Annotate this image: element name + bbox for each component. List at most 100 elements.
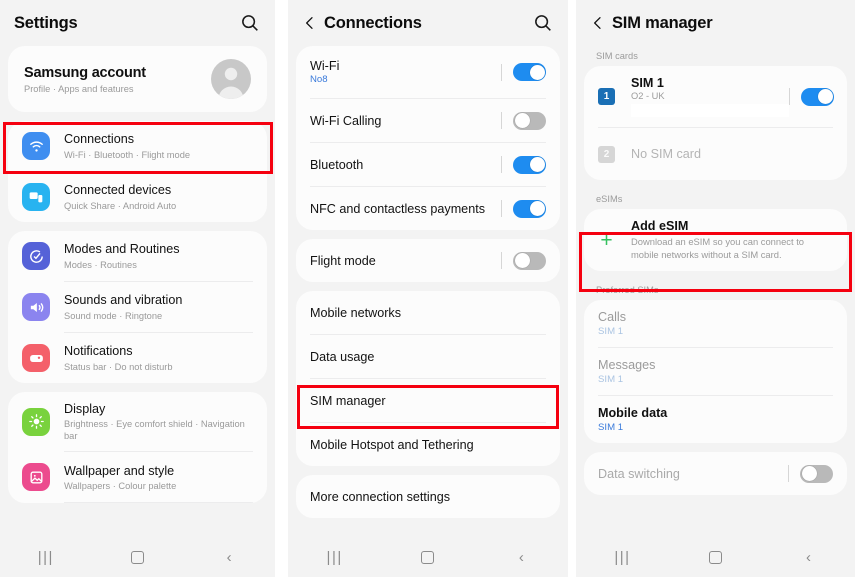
sim-2-text: No SIM card	[631, 147, 833, 161]
sidebar-item-display[interactable]: Display Brightness · Eye comfort shield …	[8, 392, 267, 451]
preferred-label: Messages	[598, 358, 656, 373]
section-label-esims: eSIMs	[596, 194, 623, 204]
screenshot-stage: Settings Samsung account Profile · Apps …	[0, 0, 855, 577]
toggle-knob	[817, 89, 833, 104]
bluetooth-label-group: Bluetooth	[310, 158, 501, 172]
samsung-account-card[interactable]: Samsung account Profile · Apps and featu…	[8, 46, 267, 112]
nfc-toggle[interactable]	[513, 199, 546, 218]
preferred-row-calls[interactable]: Calls SIM 1	[584, 300, 847, 347]
phone-panel-settings: Settings Samsung account Profile · Apps …	[0, 0, 275, 577]
back-button[interactable]: ‹	[789, 549, 829, 566]
row-label: Bluetooth	[310, 157, 364, 172]
wifi-calling-label-group: Wi-Fi Calling	[310, 114, 501, 128]
search-icon[interactable]	[532, 12, 554, 34]
network-links-card: Mobile networks Data usage SIM manager M…	[296, 291, 560, 466]
row-nfc[interactable]: NFC and contactless payments	[296, 187, 560, 230]
home-button[interactable]	[117, 550, 157, 564]
section-label-sim-cards: SIM cards	[596, 51, 638, 61]
add-esim-text: Add eSIM Download an eSIM so you can con…	[631, 219, 833, 261]
bluetooth-toggle[interactable]	[513, 155, 546, 174]
sidebar-item-subtitle: Sound mode · Ringtone	[64, 310, 163, 321]
home-button[interactable]	[696, 550, 736, 564]
row-mobile-hotspot[interactable]: Mobile Hotspot and Tethering	[296, 423, 560, 466]
home-square-icon	[130, 550, 144, 564]
row-wifi-calling[interactable]: Wi-Fi Calling	[296, 99, 560, 142]
data-usage-label-group: Data usage	[310, 350, 546, 364]
row-more-connection-settings[interactable]: More connection settings	[296, 475, 560, 518]
wallpaper-text: Wallpaper and style Wallpapers · Colour …	[64, 463, 253, 492]
sidebar-item-sounds-and-vibration[interactable]: Sounds and vibration Sound mode · Ringto…	[8, 282, 267, 332]
sidebar-item-label: Notifications	[64, 344, 133, 359]
add-esim-description: Download an eSIM so you can connect to m…	[631, 236, 805, 261]
settings-group-connections: Connections Wi-Fi · Bluetooth · Flight m…	[8, 121, 267, 222]
more-connection-settings-card: More connection settings	[296, 475, 560, 518]
home-button[interactable]	[408, 550, 448, 564]
back-button[interactable]: ‹	[501, 549, 541, 566]
preferred-row-messages[interactable]: Messages SIM 1	[584, 348, 847, 395]
connections-text: Connections Wi-Fi · Bluetooth · Flight m…	[64, 131, 253, 160]
wifi-toggle[interactable]	[513, 63, 546, 81]
data-switching-toggle[interactable]	[800, 464, 833, 483]
wifi-calling-toggle[interactable]	[513, 111, 546, 130]
sim-1-toggle[interactable]	[801, 87, 834, 106]
toggle-knob	[514, 253, 530, 268]
toggle-separator	[501, 200, 502, 217]
sidebar-item-wallpaper-and-style[interactable]: Wallpaper and style Wallpapers · Colour …	[8, 452, 267, 502]
sidebar-item-connections[interactable]: Connections Wi-Fi · Bluetooth · Flight m…	[8, 121, 267, 171]
sim-manager-scroll-area: SIM manager SIM cards 1 SIM 1 O2 - UK 2 …	[576, 0, 855, 537]
sim-card-row-1[interactable]: 1 SIM 1 O2 - UK	[584, 66, 847, 127]
recents-button[interactable]: |||	[315, 549, 355, 566]
sidebar-item-connected-devices[interactable]: Connected devices Quick Share · Android …	[8, 172, 267, 222]
sim-badge-2: 2	[598, 145, 615, 163]
row-data-switching[interactable]: Data switching	[584, 452, 847, 495]
sim-card-row-2: 2 No SIM card	[584, 128, 847, 180]
sidebar-item-subtitle: Modes · Routines	[64, 259, 137, 270]
samsung-account-subtitle: Profile · Apps and features	[24, 83, 134, 94]
sidebar-item-subtitle: Brightness · Eye comfort shield · Naviga…	[64, 419, 245, 442]
chevron-left-icon[interactable]	[302, 15, 324, 31]
add-esim-card: + Add eSIM Download an eSIM so you can c…	[584, 209, 847, 272]
android-navbar: ||| ‹	[288, 537, 568, 577]
row-wifi[interactable]: Wi-Fi No8	[296, 46, 560, 98]
row-flight-mode[interactable]: Flight mode	[296, 239, 560, 282]
recents-button[interactable]: |||	[26, 549, 66, 566]
mobile-networks-label-group: Mobile networks	[310, 306, 546, 320]
notification-icon	[22, 344, 50, 372]
add-esim-button[interactable]: + Add eSIM Download an eSIM so you can c…	[584, 209, 847, 271]
back-button[interactable]: ‹	[209, 549, 249, 566]
page-title: SIM manager	[612, 13, 713, 32]
chevron-left-icon[interactable]	[590, 15, 612, 31]
row-sim-manager[interactable]: SIM manager	[296, 379, 560, 422]
wallpaper-icon	[22, 463, 50, 492]
flight-mode-toggle[interactable]	[513, 251, 546, 270]
divider	[64, 502, 253, 504]
sim-1-text: SIM 1 O2 - UK	[631, 76, 789, 117]
wifi-network-name: No8	[310, 74, 328, 85]
samsung-account-row[interactable]: Samsung account Profile · Apps and featu…	[8, 46, 267, 112]
flight-mode-toggle-wrap	[501, 251, 546, 270]
sidebar-item-notifications[interactable]: Notifications Status bar · Do not distur…	[8, 333, 267, 383]
row-label: Wi-Fi Calling	[310, 113, 382, 128]
search-icon[interactable]	[239, 12, 261, 34]
row-data-usage[interactable]: Data usage	[296, 335, 560, 378]
preferred-value: SIM 1	[598, 374, 624, 386]
toggle-knob	[801, 466, 817, 482]
toggle-knob	[529, 64, 545, 80]
toggle-separator	[501, 156, 502, 173]
recents-button[interactable]: |||	[603, 549, 643, 566]
sim-badge-1: 1	[598, 88, 615, 105]
sidebar-item-label: Wallpaper and style	[64, 463, 175, 478]
person-avatar-icon[interactable]	[211, 59, 251, 99]
plus-icon: +	[600, 228, 613, 252]
sim-manager-appbar: SIM manager	[576, 0, 855, 46]
home-square-icon	[421, 550, 435, 564]
modes-text: Modes and Routines Modes · Routines	[64, 241, 253, 270]
sidebar-item-modes-and-routines[interactable]: Modes and Routines Modes · Routines	[8, 231, 267, 281]
toggle-knob	[529, 201, 545, 216]
row-bluetooth[interactable]: Bluetooth	[296, 143, 560, 186]
sidebar-item-subtitle: Wallpapers · Colour palette	[64, 480, 177, 491]
section-label-preferred-sims: Preferred SIMs	[596, 285, 659, 296]
flight-mode-label-group: Flight mode	[310, 254, 501, 268]
row-mobile-networks[interactable]: Mobile networks	[296, 291, 560, 334]
preferred-row-mobile-data[interactable]: Mobile data SIM 1	[584, 396, 847, 443]
